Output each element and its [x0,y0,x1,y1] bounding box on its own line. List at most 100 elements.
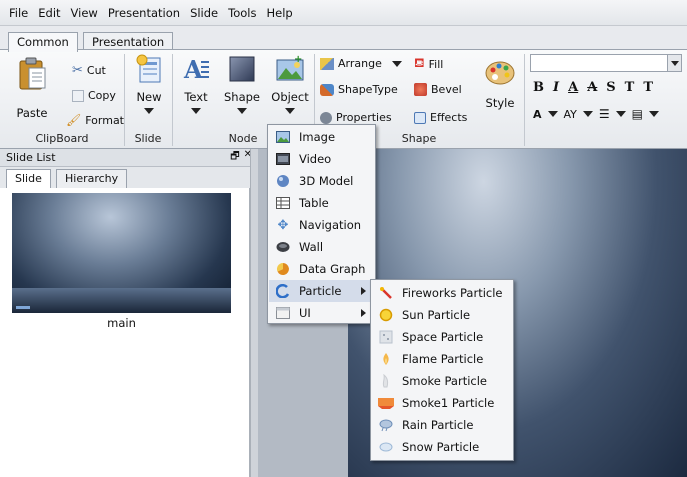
bevel-button[interactable]: Bevel [414,83,462,96]
flame-icon [378,352,394,366]
menu-item-snow-particle[interactable]: Snow Particle [372,436,512,458]
menu-item-rain-particle[interactable]: Rain Particle [372,414,512,436]
video-icon [275,152,291,166]
arrange-button[interactable]: Arrange [320,57,402,70]
align-icon[interactable]: ▤ [632,107,643,121]
shapetype-label: ShapeType [338,83,398,96]
clipboard-group-label: ClipBoard [35,132,89,145]
menu-item-smoke1-particle[interactable]: Smoke1 Particle [372,392,512,414]
menu-item-fireworks-particle[interactable]: Fireworks Particle [372,282,512,304]
bold-button[interactable]: B [533,80,544,95]
paste-label: Paste [16,106,48,120]
rain-icon [378,418,394,432]
subscript-button[interactable]: T [643,80,653,95]
smoke1-icon [378,396,394,410]
shapetype-icon [320,83,334,96]
shape-button[interactable]: Shape [222,54,262,114]
menu-tools[interactable]: Tools [223,6,261,20]
paste-button[interactable]: Paste [12,56,52,120]
sun-icon [378,308,394,322]
slide-list-title: Slide List [6,151,56,164]
menu-view[interactable]: View [66,6,103,20]
effects-button[interactable]: Effects [414,111,467,124]
properties-button[interactable]: Properties [320,111,392,124]
thumbnail-sea [12,288,231,313]
float-icon[interactable]: 🗗 [230,149,239,166]
menu-edit[interactable]: Edit [33,6,65,20]
menu-item-navigation[interactable]: ✥ Navigation [269,214,374,236]
copy-button[interactable]: Copy [72,89,116,102]
italic-button[interactable]: I [553,80,559,95]
menu-item-sun-particle[interactable]: Sun Particle [372,304,512,326]
format-label: Format [85,113,124,127]
slide-thumbnail[interactable] [12,193,231,313]
menu-item-table[interactable]: Table [269,192,374,214]
menu-item-particle[interactable]: Particle [269,280,374,302]
chevron-down-icon[interactable] [615,111,626,117]
char-spacing-button[interactable]: AY [564,108,577,121]
panel-splitter[interactable] [250,149,258,477]
slide-list-header: Slide List 🗗 ✕ [0,149,258,167]
chevron-down-icon [144,108,154,114]
menu-file[interactable]: File [4,6,33,20]
superscript-button[interactable]: T [625,80,635,95]
line-spacing-icon[interactable]: ☰ [599,107,610,121]
shadow-button[interactable]: S [606,80,615,95]
menu-item-flame-particle[interactable]: Flame Particle [372,348,512,370]
menu-item-ui[interactable]: UI [269,302,374,324]
style-button[interactable]: Style [482,58,518,110]
object-button[interactable]: + Object [269,54,311,114]
font-name-select[interactable] [530,54,682,72]
menu-item-space-particle[interactable]: Space Particle [372,326,512,348]
shapetype-button[interactable]: ShapeType [320,83,398,96]
cut-button[interactable]: ✂ Cut [72,63,106,78]
bevel-icon [414,83,427,96]
svg-text:+: + [294,54,302,65]
menu-slide[interactable]: Slide [185,6,223,20]
strikethrough-button[interactable]: A [587,80,597,95]
menu-item-3d-model[interactable]: 3D Model [269,170,374,192]
ribbon-tab-row: Common Presentation [0,26,687,52]
text-button[interactable]: A Text [178,54,214,114]
format-button[interactable]: 🖌 Format [66,113,124,127]
menu-item-image[interactable]: Image [269,126,374,148]
tab-common[interactable]: Common [8,32,78,52]
chevron-down-icon [237,108,247,114]
fill-button[interactable]: ⛾ Fill [414,56,443,73]
submenu-arrow-icon [361,287,366,295]
chevron-down-icon[interactable] [547,111,558,117]
new-slide-button[interactable]: New [131,54,167,114]
table-icon [275,196,291,210]
shape-label: Shape [223,90,260,104]
space-icon [378,330,394,344]
font-size-button[interactable]: A [533,108,542,121]
menu-item-video[interactable]: Video [269,148,374,170]
submenu-arrow-icon [361,309,366,317]
svg-text:A: A [183,55,203,84]
menu-item-data-graph[interactable]: Data Graph [269,258,374,280]
chevron-down-icon[interactable] [582,111,593,117]
tab-hierarchy[interactable]: Hierarchy [56,169,128,188]
copy-label: Copy [88,89,116,102]
scissors-icon: ✂ [72,63,83,78]
3d-model-icon [275,174,291,188]
menu-presentation[interactable]: Presentation [103,6,185,20]
fill-bucket-icon: ⛾ [414,56,425,71]
data-graph-icon [275,262,291,276]
new-label: New [136,90,162,104]
particle-submenu: Fireworks Particle Sun Particle Space Pa… [370,279,514,461]
menu-item-smoke-particle[interactable]: Smoke Particle [372,370,512,392]
tab-slide[interactable]: Slide [6,169,51,188]
underline-button[interactable]: A [568,80,578,95]
new-slide-icon [136,54,161,83]
chevron-down-icon[interactable] [649,111,660,117]
chevron-down-icon[interactable] [667,55,681,71]
navigation-icon: ✥ [277,217,289,233]
ribbon-separator [524,54,525,146]
thumbnail-marker [16,306,30,309]
snow-icon [378,440,394,454]
menu-help[interactable]: Help [261,6,297,20]
fill-label: Fill [428,58,444,71]
menu-item-wall[interactable]: Wall [269,236,374,258]
paragraph-format-row: A AY ☰ ▤ [533,107,660,121]
